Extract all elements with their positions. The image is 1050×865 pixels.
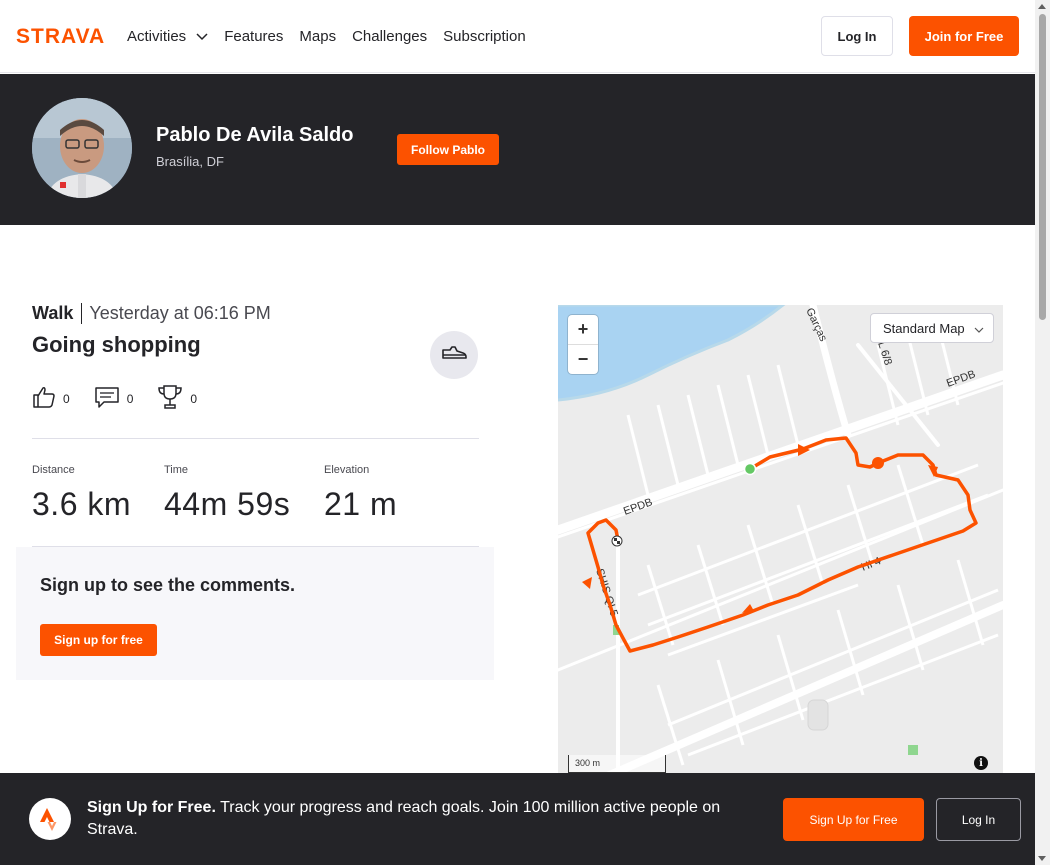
- shoe-icon: [441, 345, 467, 366]
- login-button[interactable]: Log In: [821, 16, 893, 56]
- map-scale: 300 m: [568, 755, 666, 773]
- route-map[interactable]: EPDB EPDB HI 4 SHIS QI 5 L 6/8 Garças + …: [558, 305, 1003, 780]
- divider: [32, 438, 479, 439]
- map-style-label: Standard Map: [883, 320, 965, 336]
- zoom-out-button[interactable]: −: [568, 345, 598, 374]
- nav-links: Activities Features Maps Challenges Subs…: [127, 0, 542, 72]
- zoom-controls: + −: [568, 315, 598, 374]
- trophy-icon: [157, 384, 183, 413]
- stat-label: Distance: [32, 464, 75, 476]
- stat-label: Elevation: [324, 464, 370, 476]
- map-canvas: EPDB EPDB HI 4 SHIS QI 5 L 6/8 Garças: [558, 305, 1003, 780]
- signup-banner-text: Sign Up for Free. Track your progress an…: [87, 797, 757, 841]
- activity-date: Yesterday at 06:16 PM: [89, 302, 271, 323]
- scroll-thumb[interactable]: [1039, 14, 1046, 320]
- nav-activities[interactable]: Activities: [127, 28, 208, 45]
- achievements-button[interactable]: 0: [157, 384, 197, 413]
- stat-distance: Distance 3.6 km: [32, 464, 131, 523]
- signup-banner-headline: Sign Up for Free.: [87, 799, 216, 816]
- activity-header: Walk Yesterday at 06:16 PM: [32, 300, 271, 326]
- comment-icon: [94, 385, 120, 412]
- signup-for-free-button[interactable]: Sign up for free: [40, 624, 157, 656]
- comments-prompt: Sign up to see the comments.: [40, 575, 296, 595]
- kudos-count: 0: [63, 391, 70, 406]
- scroll-up-icon[interactable]: [1038, 4, 1046, 9]
- stat-time: Time 44m 59s: [164, 464, 290, 523]
- logo-text: STRAVA: [16, 25, 105, 45]
- avatar[interactable]: [32, 98, 132, 198]
- comments-button[interactable]: 0: [94, 385, 134, 412]
- strava-logo[interactable]: STRAVA: [16, 25, 111, 45]
- map-style-select[interactable]: Standard Map: [870, 313, 994, 343]
- top-navigation: STRAVA Activities Features Maps Challeng…: [0, 0, 1035, 73]
- athlete-name[interactable]: Pablo De Avila Saldo: [156, 124, 353, 147]
- banner-signup-button[interactable]: Sign Up for Free: [783, 798, 924, 841]
- nav-features[interactable]: Features: [224, 28, 283, 45]
- thumbs-up-icon: [32, 385, 56, 412]
- activity-title: Going shopping: [32, 332, 201, 357]
- page-scrollbar[interactable]: [1035, 0, 1050, 865]
- chevron-down-icon: [974, 322, 984, 337]
- chevron-down-icon: [196, 28, 208, 45]
- athlete-header: Pablo De Avila Saldo Brasília, DF Follow…: [0, 74, 1035, 225]
- follow-button[interactable]: Follow Pablo: [397, 134, 499, 165]
- info-icon[interactable]: i: [974, 756, 988, 770]
- stat-value: 44m 59s: [164, 486, 291, 522]
- join-button[interactable]: Join for Free: [909, 16, 1019, 56]
- stat-label: Time: [164, 464, 189, 476]
- nav-activities-label: Activities: [127, 27, 187, 45]
- athlete-location: Brasília, DF: [156, 154, 224, 169]
- signup-banner: Sign Up for Free. Track your progress an…: [0, 773, 1035, 865]
- zoom-in-button[interactable]: +: [568, 315, 598, 344]
- gear-shoe-button[interactable]: [430, 331, 478, 379]
- nav-subscription[interactable]: Subscription: [443, 28, 526, 45]
- stat-value: 21 m: [324, 486, 398, 522]
- route-start-marker: [743, 462, 757, 476]
- nav-maps[interactable]: Maps: [299, 28, 336, 45]
- strava-app-icon: [29, 798, 71, 840]
- social-stats: 0 0 0: [32, 384, 221, 413]
- achievements-count: 0: [190, 391, 198, 406]
- route-end-marker: [611, 535, 623, 547]
- scroll-down-icon[interactable]: [1038, 856, 1046, 861]
- activity-type: Walk: [32, 302, 83, 324]
- stat-elevation: Elevation 21 m: [324, 464, 397, 523]
- comments-count: 0: [126, 391, 134, 406]
- stat-value: 3.6 km: [32, 486, 132, 522]
- nav-challenges[interactable]: Challenges: [352, 28, 427, 45]
- kudos-button[interactable]: 0: [32, 385, 70, 412]
- comments-signup-panel: Sign up to see the comments. Sign up for…: [16, 547, 494, 680]
- banner-login-button[interactable]: Log In: [936, 798, 1021, 841]
